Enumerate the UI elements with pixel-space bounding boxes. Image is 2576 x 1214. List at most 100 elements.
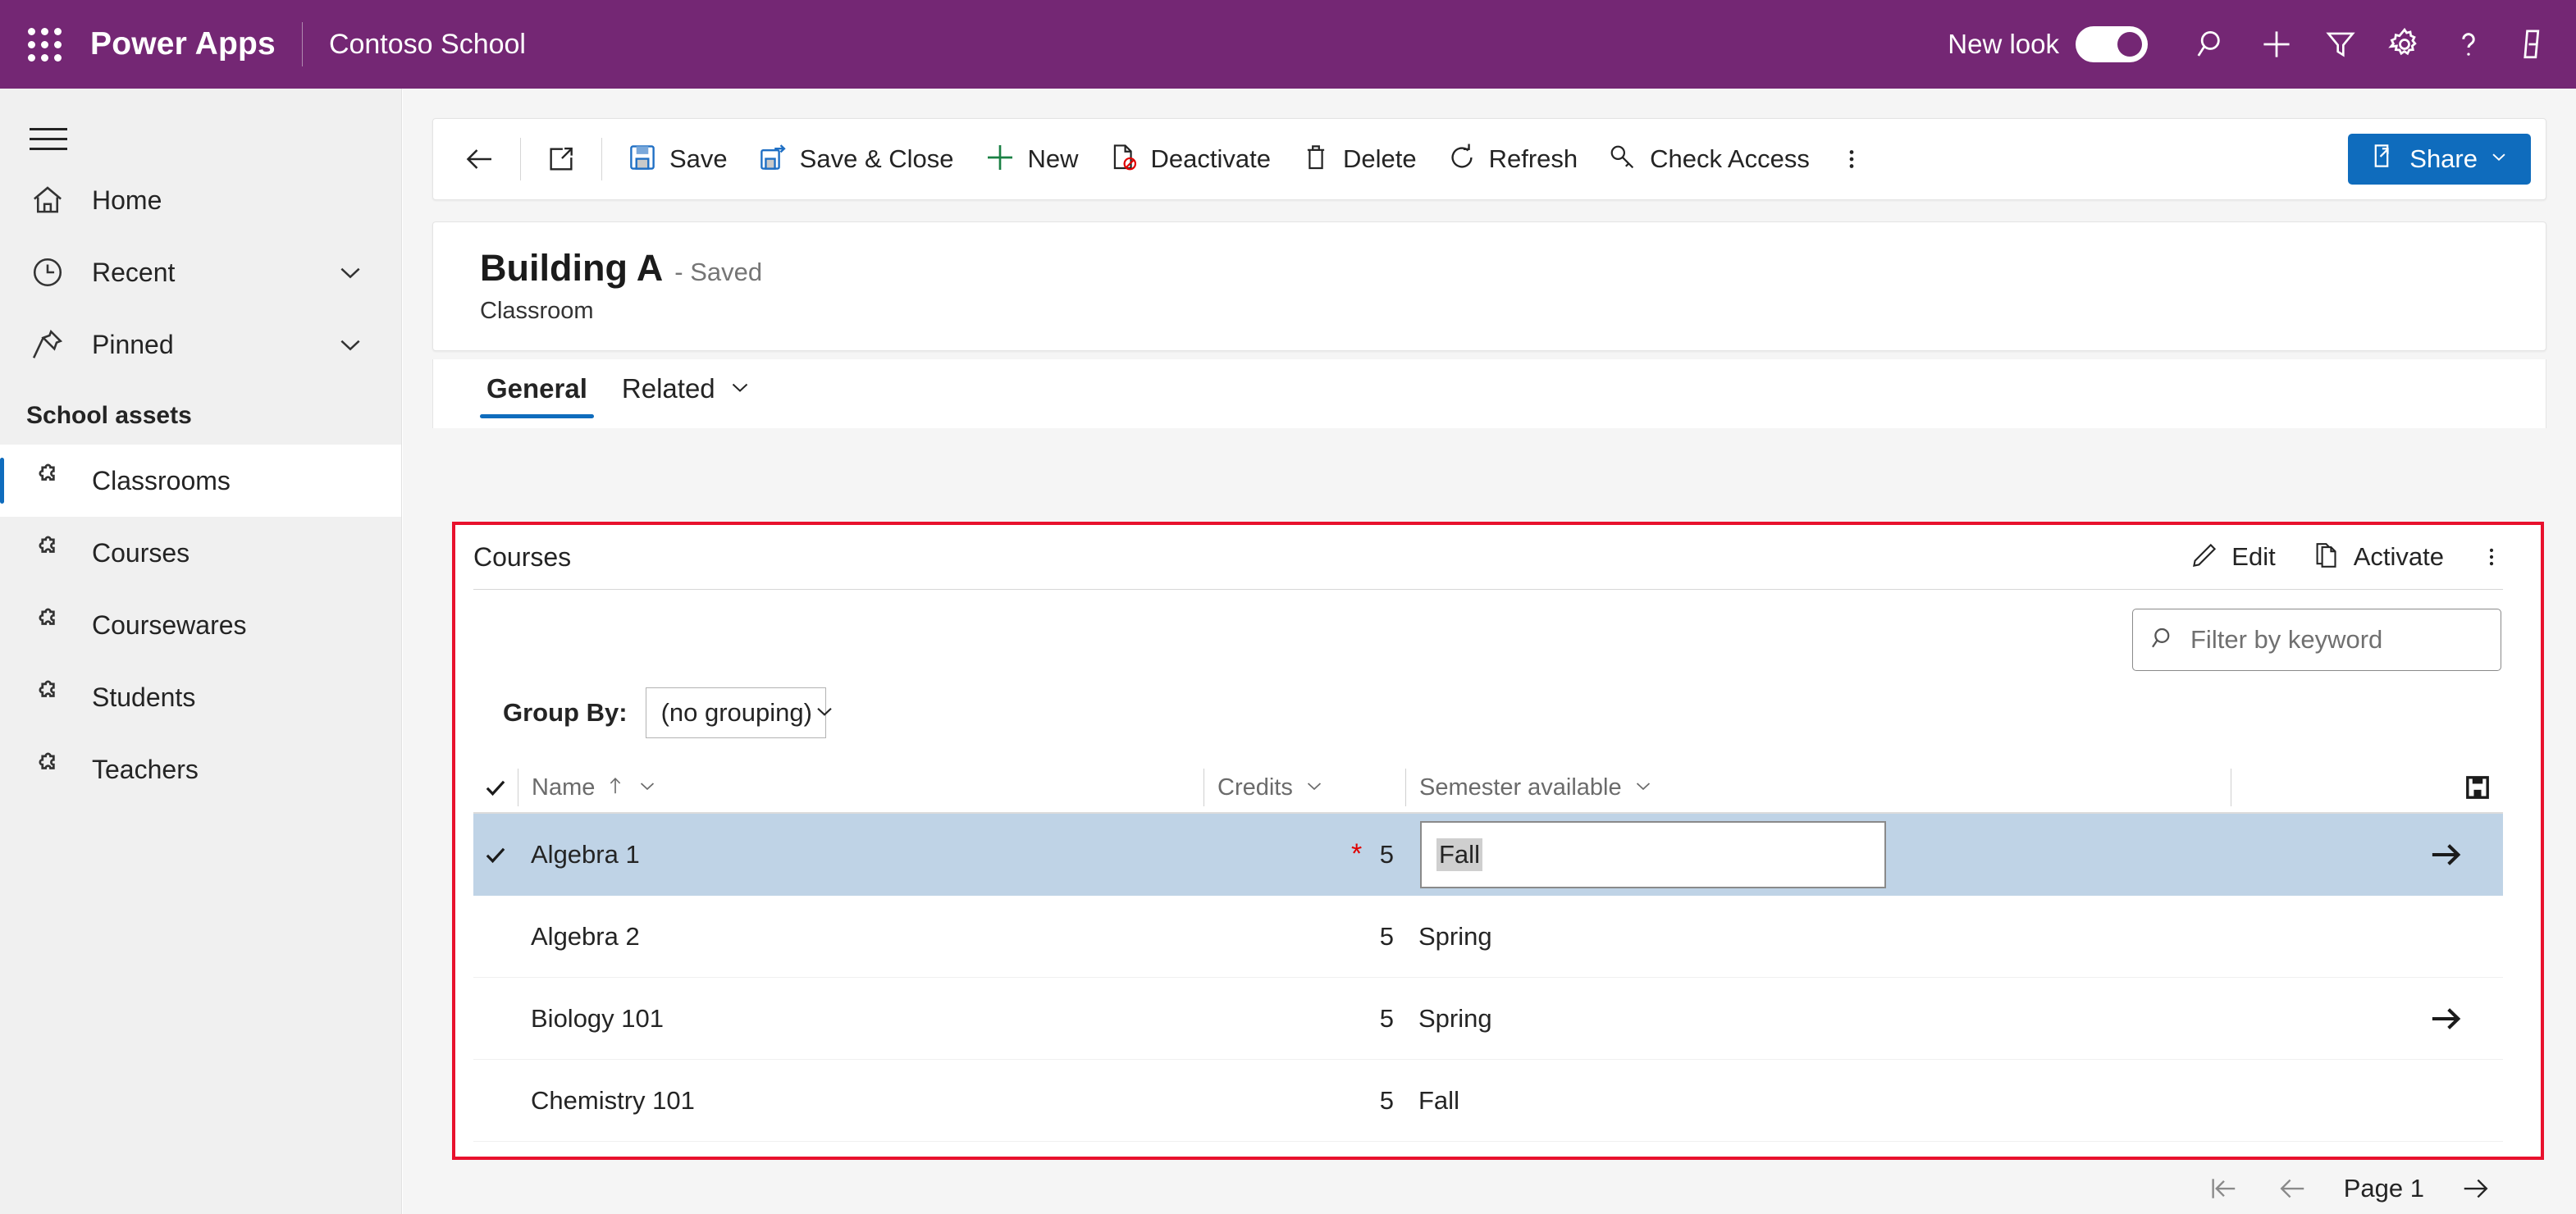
command-divider (601, 138, 602, 180)
tab-label: General (486, 373, 587, 404)
arrow-right-icon[interactable] (2428, 1001, 2464, 1037)
sidebar-item-pinned[interactable]: Pinned (0, 308, 401, 381)
table-row[interactable]: Biology 101 5 Spring (473, 978, 2503, 1060)
app-launcher-icon[interactable] (21, 21, 67, 67)
puzzle-icon (30, 463, 72, 499)
document-copy-icon (2312, 541, 2341, 574)
search-icon[interactable] (2181, 0, 2245, 89)
arrow-right-icon[interactable] (2428, 837, 2464, 873)
search-icon (2149, 624, 2177, 656)
new-look-label: New look (1948, 29, 2059, 59)
table-row[interactable]: Algebra 2 5 Spring (473, 896, 2503, 978)
refresh-icon (1446, 142, 1478, 177)
plus-icon[interactable] (2245, 0, 2309, 89)
sidebar-item-label: Coursewares (92, 609, 247, 640)
save-button[interactable]: Save (612, 131, 742, 187)
check-access-button[interactable]: Check Access (1592, 131, 1825, 187)
cell-credits: 5 (1379, 1003, 1394, 1033)
share-icon (2369, 141, 2399, 177)
cell-name: Biology 101 (531, 1003, 665, 1033)
row-checkbox[interactable] (473, 842, 518, 868)
save-icon[interactable] (2464, 774, 2492, 801)
tab-general[interactable]: General (480, 359, 594, 418)
ascending-arrow-icon (605, 775, 626, 801)
check-access-label: Check Access (1650, 144, 1810, 173)
column-header-semester-available[interactable]: Semester available (1405, 769, 2231, 806)
filter-icon[interactable] (2309, 0, 2373, 89)
edit-button[interactable]: Edit (2172, 532, 2293, 582)
help-icon[interactable] (2437, 0, 2501, 89)
chevron-down-icon (812, 699, 837, 728)
table-row[interactable]: Algebra 1 * 5 Fall (473, 814, 2503, 896)
share-button[interactable]: Share (2348, 134, 2531, 185)
tab-related[interactable]: Related (615, 359, 760, 418)
cell-semester[interactable]: Fall (1405, 820, 2231, 888)
sidebar-item-recent[interactable]: Recent (0, 236, 401, 308)
record-header: Building A - Saved Classroom (432, 221, 2546, 351)
column-header-blank (2231, 769, 2436, 806)
delete-button[interactable]: Delete (1286, 131, 1432, 187)
group-by-select[interactable]: (no grouping) (645, 687, 832, 738)
chevron-down-icon[interactable] (1303, 774, 1326, 801)
new-look-toggle[interactable] (2076, 26, 2148, 62)
column-header-credits[interactable]: Credits (1204, 769, 1405, 806)
filter-input[interactable]: Filter by keyword (2132, 609, 2501, 671)
new-button[interactable]: New (969, 131, 1094, 187)
back-arrow-icon[interactable] (448, 131, 510, 187)
chevron-down-icon[interactable] (334, 328, 367, 361)
brand-title[interactable]: Power Apps (90, 26, 276, 62)
chevron-down-icon[interactable] (1632, 774, 1655, 801)
cell-credits: 5 (1379, 839, 1394, 869)
activate-button[interactable]: Activate (2294, 532, 2462, 582)
refresh-button[interactable]: Refresh (1432, 131, 1593, 187)
feedback-icon[interactable] (2501, 0, 2565, 89)
deactivate-label: Deactivate (1150, 144, 1271, 173)
column-label: Credits (1217, 774, 1293, 801)
table-row[interactable]: Chemistry 101 5 Fall (473, 1060, 2503, 1142)
sidebar-item-students[interactable]: Students (0, 661, 401, 733)
command-divider (520, 138, 521, 180)
page-first-icon[interactable] (2193, 1166, 2254, 1212)
edit-label: Edit (2231, 542, 2276, 571)
column-label: Name (532, 774, 596, 801)
page-next-icon[interactable] (2446, 1166, 2506, 1212)
command-bar: Save Save & Close New Deactivate Delete … (432, 118, 2546, 200)
cell-semester: Spring (1418, 1003, 1492, 1033)
home-icon (30, 182, 72, 218)
more-vertical-icon[interactable] (1825, 131, 1879, 187)
cell-credits: 5 (1379, 1085, 1394, 1115)
plus-icon (984, 141, 1016, 178)
subgrid-title: Courses (473, 541, 572, 572)
save-icon (627, 142, 658, 177)
required-marker: * (1351, 838, 1363, 869)
semester-input[interactable]: Fall (1420, 820, 1886, 888)
pagination: Page 1 (452, 1163, 2544, 1214)
column-header-name[interactable]: Name (518, 769, 1204, 806)
sidebar-item-teachers[interactable]: Teachers (0, 733, 401, 806)
gear-icon[interactable] (2373, 0, 2437, 89)
save-and-close-button[interactable]: Save & Close (742, 131, 969, 187)
sidebar-item-classrooms[interactable]: Classrooms (0, 445, 401, 517)
puzzle-icon (30, 751, 72, 787)
sidebar-item-courses[interactable]: Courses (0, 517, 401, 589)
save-label: Save (669, 144, 728, 173)
cell-name: Chemistry 101 (531, 1085, 695, 1115)
page-prev-icon[interactable] (2262, 1166, 2323, 1212)
select-all-checkbox[interactable] (473, 774, 518, 801)
sidebar-item-coursewares[interactable]: Coursewares (0, 589, 401, 661)
tab-label: Related (621, 373, 715, 404)
group-by-label: Group By: (503, 698, 628, 727)
chevron-down-icon[interactable] (334, 256, 367, 289)
cell-credits: 5 (1379, 921, 1394, 951)
open-in-new-window-icon[interactable] (531, 131, 591, 187)
clock-icon (30, 254, 72, 290)
deactivate-button[interactable]: Deactivate (1094, 131, 1286, 187)
more-vertical-icon[interactable] (2462, 532, 2521, 582)
cell-semester: Fall (1418, 1085, 1459, 1115)
chevron-down-icon[interactable] (636, 774, 659, 801)
sidebar-item-label: Students (92, 682, 196, 712)
app-header: Power Apps Contoso School New look (0, 0, 2576, 89)
header-actions: New look (1948, 0, 2576, 89)
sidebar-item-home[interactable]: Home (0, 164, 401, 236)
hamburger-icon[interactable] (30, 113, 80, 164)
